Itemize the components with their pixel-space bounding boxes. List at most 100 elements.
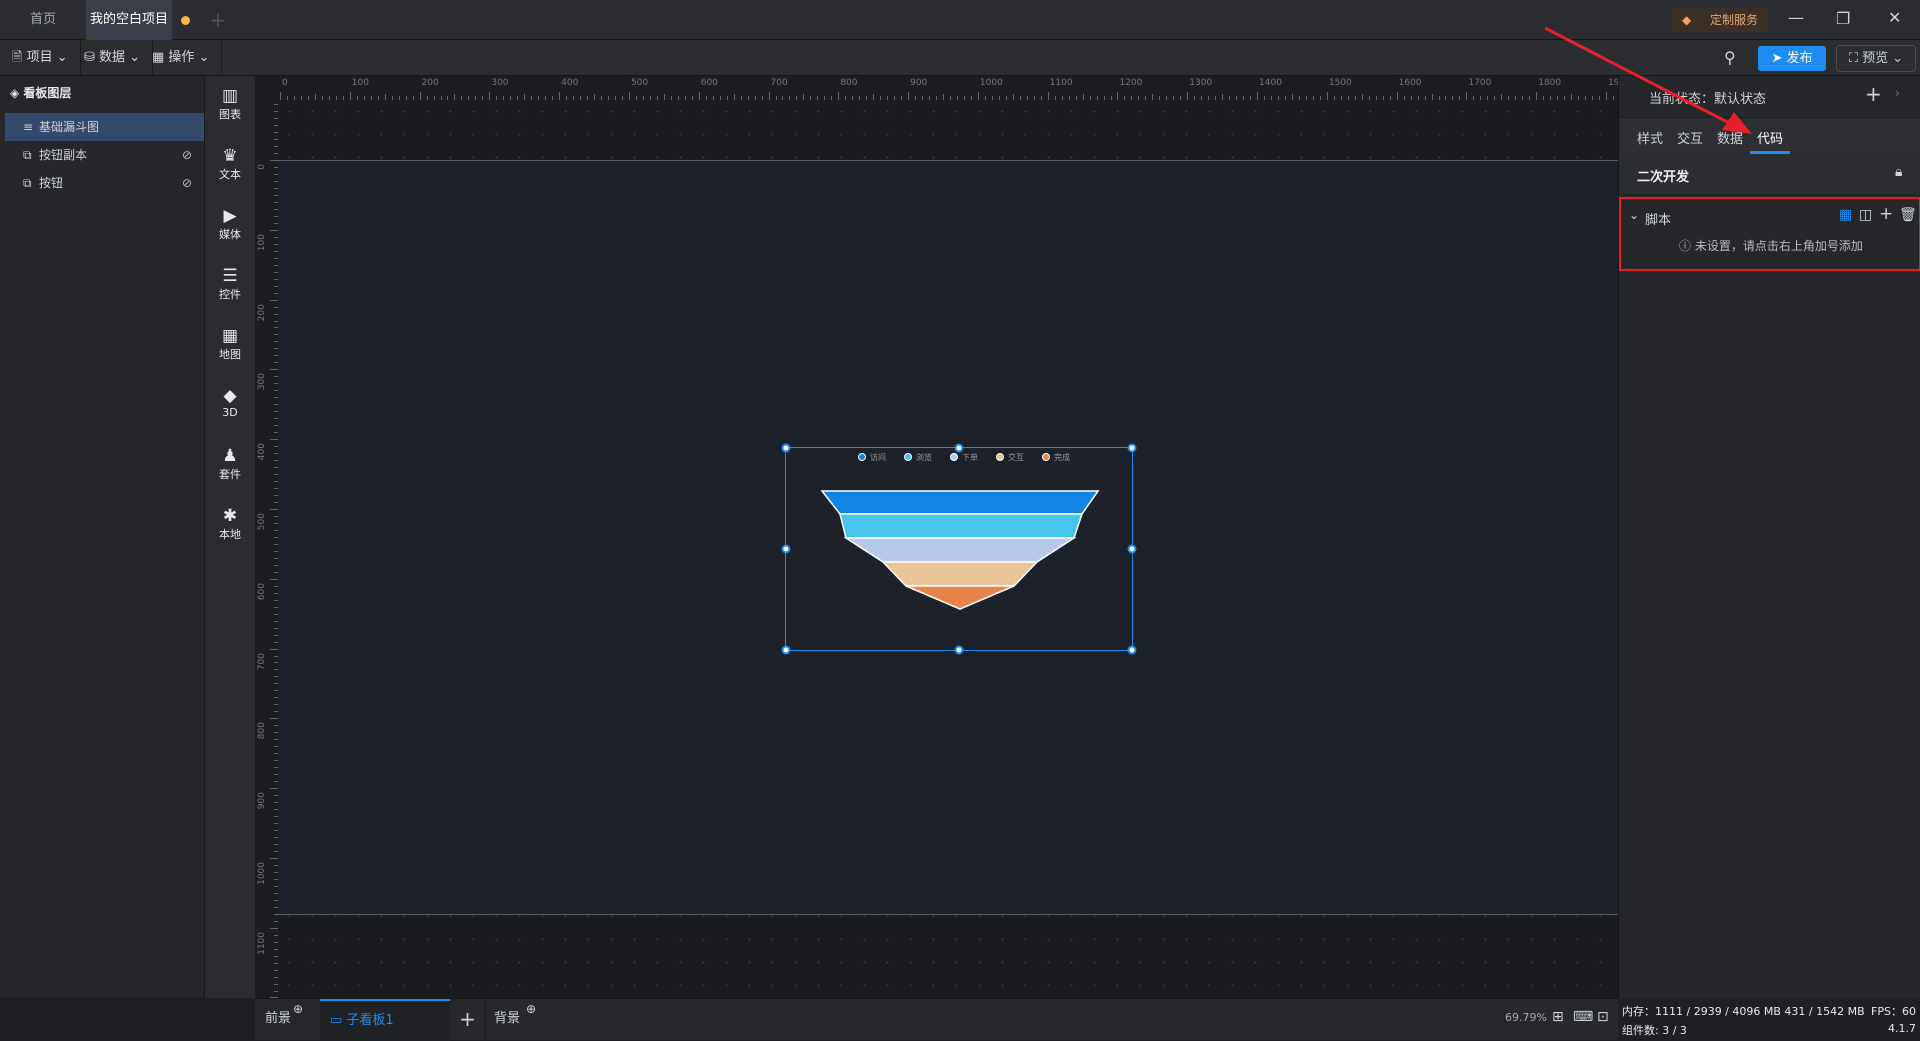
tab-project[interactable]: 我的空白项目	[86, 0, 172, 40]
resize-handle[interactable]	[1127, 645, 1137, 655]
ruler-tick	[859, 96, 861, 100]
legend-label[interactable]: 浏览	[916, 452, 932, 462]
ruler-label: 500	[630, 78, 649, 88]
menu-project[interactable]: 🗎 项目 ⌄	[0, 40, 81, 76]
chart-icon: ▥	[221, 86, 239, 106]
add-circle-icon[interactable]: ⊕	[293, 989, 303, 1029]
ruler-tick	[1110, 96, 1112, 100]
ruler-tick	[1075, 96, 1077, 100]
component-text[interactable]: ♛ 文本	[205, 146, 255, 182]
resize-handle[interactable]	[781, 443, 791, 453]
tab-interaction[interactable]: 交互	[1677, 128, 1703, 147]
diamond-icon: ◆	[1682, 13, 1692, 27]
component-map[interactable]: ▦ 地图	[205, 326, 255, 362]
ruler-tick	[956, 96, 958, 100]
ruler-tick	[274, 404, 278, 406]
ruler-tick	[1585, 96, 1587, 100]
ruler-tick	[461, 96, 463, 100]
ruler-tick	[274, 111, 278, 113]
resize-handle[interactable]	[1127, 544, 1137, 554]
menu-operate[interactable]: ▦ 操作 ⌄	[140, 40, 223, 76]
search-icon[interactable]: ⚲	[1724, 48, 1736, 67]
zoom-level[interactable]: 69.79%	[1505, 1011, 1547, 1024]
ruler-tick	[274, 690, 278, 692]
legend-label[interactable]: 访问	[870, 452, 886, 462]
add-subboard-button[interactable]: +	[455, 999, 480, 1039]
resize-handle[interactable]	[781, 544, 791, 554]
media-icon: ▶	[223, 206, 237, 226]
fit-screen-icon[interactable]: ⊞	[1552, 1009, 1564, 1025]
close-icon[interactable]: ✕	[1888, 8, 1901, 27]
ruler-tick	[274, 522, 278, 524]
ruler-tick	[274, 383, 278, 385]
legend-marker[interactable]	[950, 453, 958, 461]
preview-button[interactable]: ⛶ 预览 ⌄	[1836, 45, 1916, 72]
hidden-eye-icon[interactable]: ⊘	[182, 141, 192, 169]
ruler-tick	[270, 927, 278, 929]
layer-item[interactable]: ⧉ 按钮副本 ⊘	[5, 141, 204, 169]
ruler-tick	[538, 96, 540, 100]
component-shirt[interactable]: ♟ 套件	[205, 446, 255, 482]
foreground-label: 前景	[265, 1011, 292, 1026]
lock-icon[interactable]: 🔒︎	[1895, 164, 1902, 180]
collapse-icon[interactable]: ⌄	[1629, 208, 1639, 222]
ruler-tick	[274, 320, 278, 322]
add-circle-icon[interactable]: ⊕	[526, 989, 536, 1029]
component-cube[interactable]: ◆ 3D	[205, 386, 255, 419]
add-state-icon[interactable]: +	[1865, 82, 1882, 106]
button-icon: ⧉	[23, 176, 32, 190]
add-script-icon[interactable]: +	[1879, 204, 1893, 224]
ruler-tick	[274, 976, 278, 978]
component-control[interactable]: ☰ 控件	[205, 266, 255, 302]
keyboard-icon[interactable]: ⌨	[1573, 1009, 1593, 1025]
ruler-tick	[601, 96, 603, 100]
restore-icon[interactable]: ❐	[1836, 9, 1850, 28]
legend-label[interactable]: 交互	[1008, 452, 1024, 462]
publish-button[interactable]: ➤ 发布	[1758, 46, 1826, 71]
ruler-tick	[691, 96, 693, 100]
component-media[interactable]: ▶ 媒体	[205, 206, 255, 242]
hidden-eye-icon[interactable]: ⊘	[182, 169, 192, 197]
ruler-tick	[274, 501, 278, 503]
legend-marker[interactable]	[858, 453, 866, 461]
component-puzzle[interactable]: ✱ 本地	[205, 506, 255, 542]
custom-service-button[interactable]: ◆ 定制服务	[1672, 8, 1768, 32]
tab-data[interactable]: 数据	[1717, 128, 1743, 147]
legend-marker[interactable]	[1042, 453, 1050, 461]
tab-code[interactable]: 代码	[1757, 128, 1783, 147]
ruler-tick	[274, 864, 278, 866]
terminal-icon[interactable]: ⊡	[1597, 1009, 1609, 1025]
split-layout-icon[interactable]: ◫	[1859, 207, 1872, 223]
ruler-tick	[274, 432, 278, 434]
ruler-tick	[1501, 94, 1503, 100]
ruler-tick	[1194, 96, 1196, 100]
funnel-chart-widget[interactable]: 访问 浏览 下单 交互 完成	[781, 443, 1137, 655]
legend-label[interactable]: 下单	[962, 452, 978, 462]
tab-style[interactable]: 样式	[1637, 128, 1663, 147]
resize-handle[interactable]	[781, 645, 791, 655]
resize-handle[interactable]	[954, 443, 964, 453]
component-label: 地图	[219, 348, 241, 361]
ruler-tick	[274, 871, 278, 873]
layer-item[interactable]: ≡ 基础漏斗图	[5, 113, 204, 141]
chevron-right-icon[interactable]: ›	[1895, 86, 1900, 100]
trash-icon[interactable]: 🗑︎	[1899, 207, 1917, 223]
tab-home[interactable]: 首页	[0, 0, 86, 40]
ruler-tick	[887, 96, 889, 100]
minimize-icon[interactable]: —	[1788, 8, 1804, 27]
layout-icon[interactable]: ▦	[1839, 207, 1852, 223]
layer-item[interactable]: ⧉ 按钮 ⊘	[5, 169, 204, 197]
resize-handle[interactable]	[1127, 443, 1137, 453]
legend-marker[interactable]	[904, 453, 912, 461]
ruler-tick	[328, 96, 330, 100]
component-chart[interactable]: ▥ 图表	[205, 86, 255, 122]
legend-marker[interactable]	[996, 453, 1004, 461]
ruler-tick	[1480, 96, 1482, 100]
subboard-tab[interactable]: ▭ 子看板1	[320, 999, 450, 1041]
legend-label[interactable]: 完成	[1054, 452, 1070, 462]
foreground-tab[interactable]: 前景 ⊕	[255, 999, 317, 1041]
add-tab-button[interactable]: +	[208, 0, 228, 40]
resize-handle[interactable]	[954, 645, 964, 655]
background-tab[interactable]: 背景 ⊕	[485, 999, 536, 1041]
unsaved-dot	[181, 16, 190, 25]
